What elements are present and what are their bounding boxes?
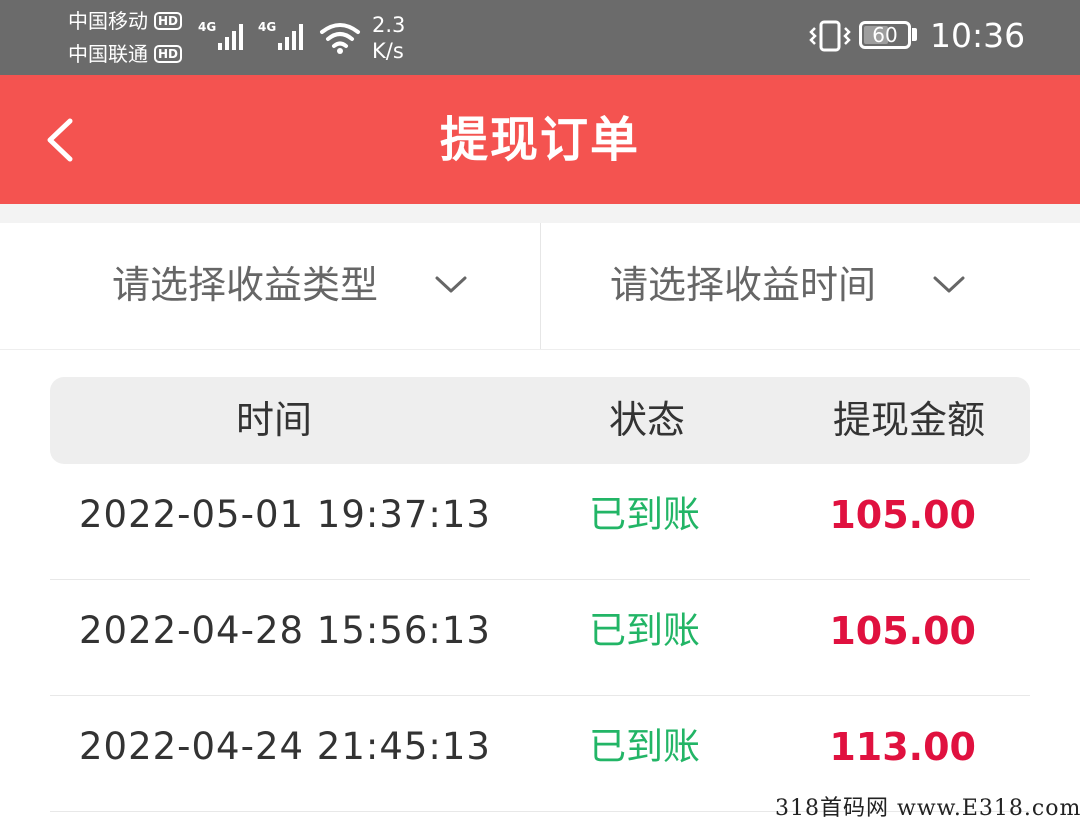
row-amount: 113.00 (829, 725, 976, 769)
carrier-2: 中国联通 HD (68, 42, 183, 66)
row-status: 已到账 (589, 609, 700, 652)
hd-badge: HD (154, 12, 183, 30)
section-divider (0, 204, 1080, 223)
battery-icon: 60 (859, 21, 911, 49)
row-time: 2022-04-24 21:45:13 (79, 725, 491, 768)
carrier-2-name: 中国联通 (68, 42, 148, 66)
wifi-icon (320, 23, 360, 54)
column-header-amount: 提现金额 (833, 398, 986, 442)
table-row[interactable]: 2022-04-28 15:56:13 已到账 105.00 (50, 580, 1030, 696)
row-status: 已到账 (589, 725, 700, 768)
status-bar: 中国移动 HD 中国联通 HD 4G 4G 2.3 K/s 60 10:36 (0, 0, 1080, 75)
table-row[interactable]: 2022-04-24 21:45:13 已到账 113.00 (50, 696, 1030, 812)
chevron-down-icon (435, 276, 467, 293)
table-header: 时间 状态 提现金额 (50, 377, 1030, 464)
income-time-filter[interactable]: 请选择收益时间 (540, 223, 1080, 349)
clock: 10:36 (930, 16, 1026, 55)
speed-value: 2.3 (372, 13, 406, 37)
page-title: 提现订单 (439, 112, 640, 168)
income-time-filter-label: 请选择收益时间 (610, 263, 877, 307)
battery-percent: 60 (872, 23, 898, 47)
battery-tip (912, 28, 917, 41)
row-time: 2022-05-01 19:37:13 (79, 493, 491, 536)
row-time: 2022-04-28 15:56:13 (79, 609, 491, 652)
row-amount: 105.00 (829, 493, 976, 537)
chevron-down-icon (933, 276, 965, 293)
income-type-filter[interactable]: 请选择收益类型 (0, 223, 540, 349)
column-header-status: 状态 (609, 398, 686, 442)
table-row[interactable]: 2022-05-01 19:37:13 已到账 105.00 (50, 464, 1030, 580)
watermark: 318首码网 www.E318.com (775, 796, 1080, 821)
app-header: 提现订单 (0, 75, 1080, 204)
filter-bar: 请选择收益类型 请选择收益时间 (0, 223, 1080, 350)
carrier-1: 中国移动 HD (68, 9, 183, 33)
row-status: 已到账 (589, 493, 700, 536)
column-header-time: 时间 (236, 398, 313, 442)
row-amount: 105.00 (829, 609, 976, 653)
carrier-1-name: 中国移动 (68, 9, 148, 33)
income-type-filter-label: 请选择收益类型 (112, 263, 379, 307)
hd-badge: HD (154, 45, 183, 63)
network-speed: 2.3 K/s (372, 12, 405, 64)
vibrate-icon (809, 20, 851, 52)
speed-unit: K/s (372, 39, 404, 63)
